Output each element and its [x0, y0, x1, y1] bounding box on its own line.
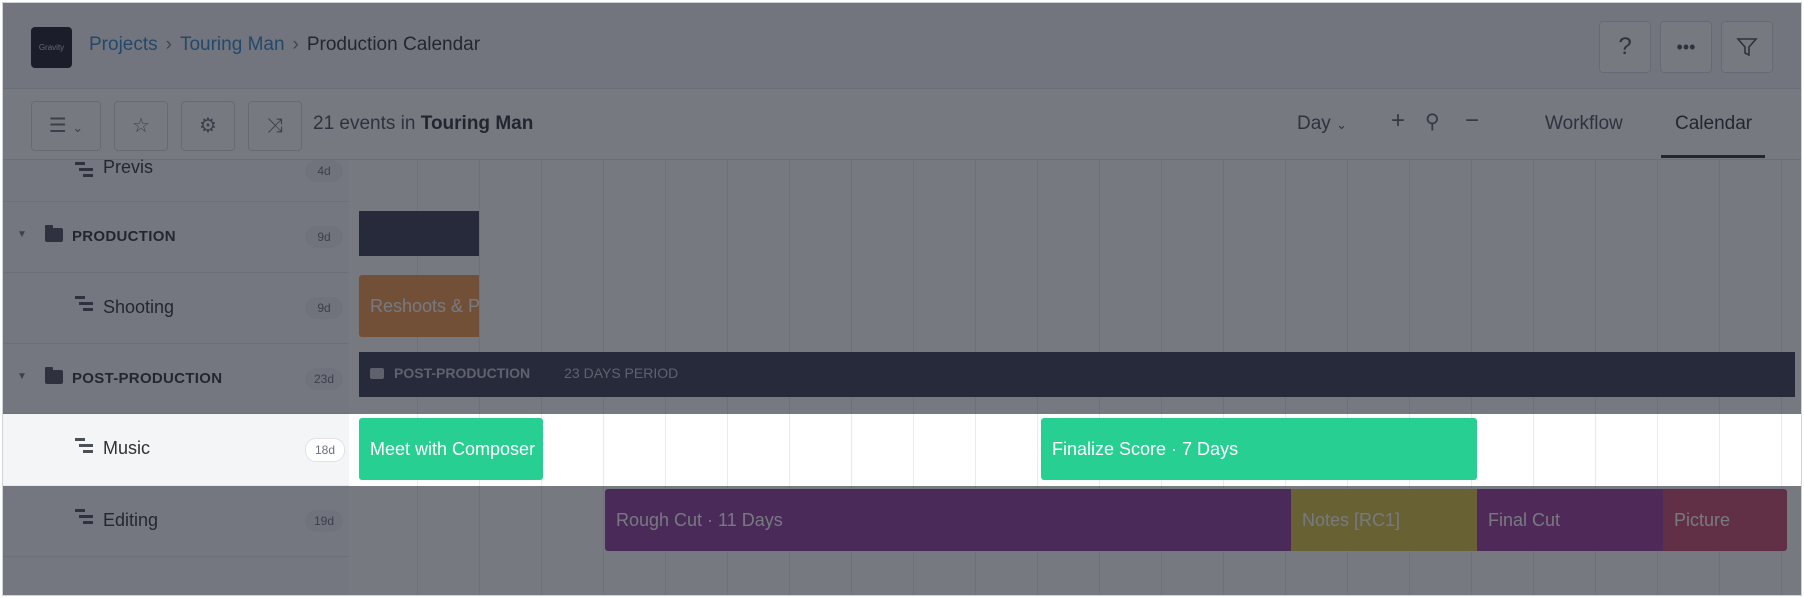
event-notes[interactable]: Notes [RC1]	[1291, 489, 1477, 551]
caret-down-icon[interactable]: ▼	[17, 371, 27, 382]
row-count: 9d	[305, 226, 343, 248]
row-previs[interactable]: Previs 4d	[3, 157, 349, 202]
breadcrumb: Projects › Touring Man › Production Calendar	[89, 34, 480, 56]
gravity-logo: Gravity	[31, 27, 72, 68]
filter-button[interactable]	[1721, 21, 1773, 73]
gear-icon: ⚙	[199, 115, 217, 137]
zoom-search-icon[interactable]: ⚲	[1425, 109, 1440, 134]
folder-icon	[370, 368, 384, 379]
active-tab-indicator	[1661, 155, 1765, 158]
row-count: 4d	[305, 160, 343, 182]
row-music[interactable]: Music 18d	[3, 414, 349, 486]
row-label: Shooting	[103, 297, 175, 317]
zoom-in-icon[interactable]: +	[1391, 107, 1405, 135]
list-icon: ☰	[48, 115, 67, 137]
event-meet-with-composer[interactable]: Meet with Composer	[359, 418, 543, 480]
chevron-down-icon: ⌄	[1336, 117, 1347, 132]
filter-icon	[1736, 38, 1758, 57]
production-group-bar[interactable]	[359, 211, 479, 256]
event-rough-cut[interactable]: Rough Cut · 11 Days	[605, 489, 1291, 551]
tab-calendar[interactable]: Calendar	[1675, 113, 1752, 135]
breadcrumb-projects[interactable]: Projects	[89, 34, 158, 55]
more-button[interactable]: •••	[1660, 21, 1712, 73]
event-count-text: 21 events in	[313, 113, 416, 134]
row-label: POST-PRODUCTION	[72, 370, 223, 387]
row-options-dropdown[interactable]: ☰ ⌄	[31, 101, 101, 151]
settings-button[interactable]: ⚙	[181, 101, 235, 151]
row-count: 23d	[305, 368, 343, 390]
task-icon	[75, 162, 95, 178]
help-icon: ?	[1618, 33, 1632, 60]
toolbar: ☰ ⌄ ☆ ⚙ ⤨ 21 events in Touring Man Day ⌄…	[3, 89, 1801, 160]
row-count: 19d	[305, 510, 343, 532]
chevron-down-icon: ⌄	[72, 120, 84, 135]
post-production-group-bar[interactable]: POST-PRODUCTION 23 DAYS PERIOD	[359, 352, 1795, 397]
folder-icon	[45, 367, 63, 384]
row-label: Editing	[103, 510, 159, 530]
collapse-icon: ⤨	[267, 115, 283, 137]
view-mode-label: Day	[1297, 113, 1331, 134]
help-button[interactable]: ?	[1599, 21, 1651, 73]
folder-icon	[45, 225, 63, 242]
production-calendar-window: Gravity Projects › Touring Man › Production …	[2, 2, 1802, 596]
zoom-out-icon[interactable]: −	[1465, 107, 1479, 135]
breadcrumb-current: Production Calendar	[306, 34, 481, 55]
event-finalize-score[interactable]: Finalize Score · 7 Days	[1041, 418, 1477, 480]
row-post-production[interactable]: ▼ POST-PRODUCTION 23d	[3, 344, 349, 414]
row-label: Previs	[103, 157, 154, 177]
row-editing[interactable]: Editing 19d	[3, 486, 349, 557]
row-shooting[interactable]: Shooting 9d	[3, 273, 349, 344]
favorites-button[interactable]: ☆	[114, 101, 168, 151]
collapse-button[interactable]: ⤨	[248, 101, 302, 151]
star-icon: ☆	[132, 115, 150, 137]
task-icon	[75, 296, 95, 312]
row-empty	[3, 557, 349, 595]
top-bar: Gravity Projects › Touring Man › Production …	[3, 3, 1801, 89]
chevron-right-icon: ›	[292, 34, 299, 55]
event-count: 21 events in Touring Man	[313, 113, 533, 135]
tab-workflow[interactable]: Workflow	[1545, 113, 1623, 135]
timeline-grid: Reshoots & Pick POST-PRODUCTION 23 DAYS P…	[355, 160, 1801, 595]
group-bar-title: POST-PRODUCTION	[394, 365, 531, 381]
more-icon: •••	[1676, 37, 1696, 57]
group-bar-period: 23 DAYS PERIOD	[564, 365, 679, 381]
breadcrumb-touring-man[interactable]: Touring Man	[180, 34, 285, 55]
row-label: PRODUCTION	[72, 228, 176, 245]
event-picture[interactable]: Picture	[1663, 489, 1787, 551]
chevron-right-icon: ›	[165, 34, 172, 55]
event-count-project: Touring Man	[420, 113, 534, 134]
row-label: Music	[103, 438, 151, 458]
row-count: 9d	[305, 297, 343, 319]
view-mode-dropdown[interactable]: Day ⌄	[1297, 113, 1347, 135]
event-reshoots[interactable]: Reshoots & Pick	[359, 275, 479, 337]
caret-down-icon[interactable]: ▼	[17, 229, 27, 240]
task-icon	[75, 509, 95, 525]
row-count: 18d	[305, 438, 345, 462]
event-final-cut[interactable]: Final Cut	[1477, 489, 1663, 551]
row-production[interactable]: ▼ PRODUCTION 9d	[3, 202, 349, 273]
task-icon	[75, 438, 95, 454]
